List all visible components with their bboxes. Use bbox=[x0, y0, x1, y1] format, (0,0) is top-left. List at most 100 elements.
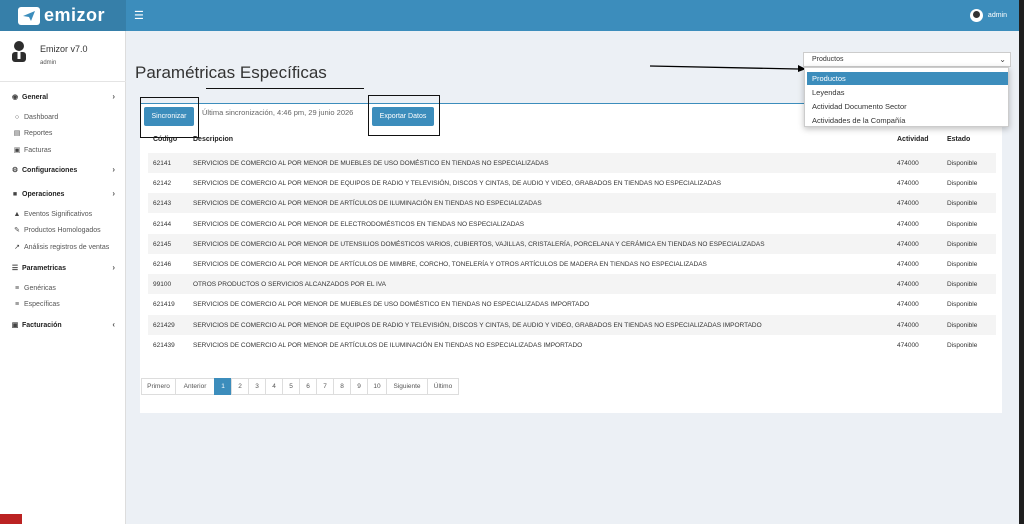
table-row[interactable]: 62146 SERVICIOS DE COMERCIO AL POR MENOR … bbox=[148, 254, 996, 274]
table-row[interactable]: 99100 OTROS PRODUCTOS O SERVICIOS ALCANZA… bbox=[148, 274, 996, 295]
chevron-right-icon: › bbox=[112, 263, 115, 272]
annotation-box bbox=[368, 95, 440, 136]
table-row[interactable]: 62145 SERVICIOS DE COMERCIO AL POR MENOR … bbox=[148, 233, 996, 254]
cell-actividad: 474000 bbox=[897, 281, 919, 289]
cell-codigo: 62146 bbox=[153, 261, 172, 268]
cell-actividad: 474000 bbox=[897, 240, 919, 248]
sidebar-item-eventos[interactable]: ▲ Eventos Significativos bbox=[0, 207, 126, 221]
cell-actividad: 474000 bbox=[897, 301, 919, 309]
line-chart-icon: ↗ bbox=[14, 244, 20, 251]
cell-descripcion: SERVICIOS DE COMERCIO AL POR MENOR DE AR… bbox=[193, 261, 707, 268]
brand-logo[interactable]: emizor bbox=[0, 0, 126, 31]
col-header-descripcion[interactable]: Descripcion bbox=[193, 136, 233, 143]
document-icon: ▣ bbox=[13, 147, 21, 154]
cell-codigo: 62145 bbox=[153, 240, 172, 248]
page-5[interactable]: 5 bbox=[282, 378, 300, 395]
page-8[interactable]: 8 bbox=[333, 378, 351, 395]
page-prev[interactable]: Anterior bbox=[175, 378, 215, 395]
sidebar-group-general[interactable]: ◉ General › bbox=[0, 90, 126, 104]
table-row[interactable]: 62143 SERVICIOS DE COMERCIO AL POR MENOR … bbox=[148, 193, 996, 214]
cell-descripcion: SERVICIOS DE COMERCIO AL POR MENOR DE EL… bbox=[193, 220, 525, 228]
dropdown-option-actividad-documento-sector[interactable]: Actividad Documento Sector bbox=[807, 100, 1008, 113]
sidebar-group-configuraciones[interactable]: ⚙ Configuraciones › bbox=[0, 163, 126, 177]
sidebar-item-productos-homologados[interactable]: ✎ Productos Homologados bbox=[0, 223, 126, 237]
last-sync-text: Última sincronización, 4:46 pm, 29 junio… bbox=[202, 108, 354, 117]
user-role: admin bbox=[40, 60, 57, 66]
page-title: Paramétricas Específicas bbox=[135, 63, 327, 82]
page-next[interactable]: Siguiente bbox=[386, 378, 428, 395]
cell-actividad: 474000 bbox=[897, 200, 919, 208]
table-row[interactable]: 621439 SERVICIOS DE COMERCIO AL POR MENOR… bbox=[148, 335, 996, 355]
cell-actividad: 474000 bbox=[897, 160, 919, 167]
user-avatar-icon bbox=[969, 9, 983, 22]
sidebar-group-parametricas[interactable]: ☰ Parametricas › bbox=[0, 261, 126, 275]
table-row[interactable]: 62141 SERVICIOS DE COMERCIO AL POR MENOR … bbox=[148, 153, 996, 173]
cell-descripcion: SERVICIOS DE COMERCIO AL POR MENOR DE AR… bbox=[193, 341, 583, 349]
sidebar-item-genericas[interactable]: ≡ Genéricas bbox=[0, 281, 126, 295]
page-last[interactable]: Último bbox=[427, 378, 459, 395]
dropdown-option-actividades-compania[interactable]: Actividades de la Compañía bbox=[807, 114, 1008, 127]
user-name: admin bbox=[987, 12, 1007, 19]
cell-descripcion: SERVICIOS DE COMERCIO AL POR MENOR DE AR… bbox=[193, 200, 542, 208]
sidebar-item-dashboard[interactable]: ○ Dashboard bbox=[0, 110, 126, 124]
cell-actividad: 474000 bbox=[897, 180, 919, 188]
cell-estado: Disponible bbox=[947, 240, 978, 248]
page-4[interactable]: 4 bbox=[265, 378, 283, 395]
paper-plane-icon bbox=[18, 6, 40, 25]
annotation-underline bbox=[206, 88, 364, 89]
page-9[interactable]: 9 bbox=[350, 378, 368, 395]
dashboard-icon: ◉ bbox=[11, 94, 19, 101]
circle-icon: ○ bbox=[14, 113, 20, 121]
user-avatar-icon bbox=[12, 41, 26, 62]
table-row[interactable]: 621429 SERVICIOS DE COMERCIO AL POR MENOR… bbox=[148, 314, 996, 335]
sidebar-item-analisis[interactable]: ↗ Análisis registros de ventas bbox=[0, 240, 126, 254]
sidebar-group-operaciones[interactable]: ■ Operaciones › bbox=[0, 187, 126, 201]
cell-codigo: 62141 bbox=[153, 160, 172, 167]
cell-actividad: 474000 bbox=[897, 341, 919, 349]
parametrica-select[interactable]: Productos ⌄ bbox=[803, 52, 1011, 67]
page-1[interactable]: 1 bbox=[214, 378, 232, 395]
user-menu[interactable]: admin bbox=[969, 9, 1007, 22]
parametrica-dropdown-list: Productos Leyendas Actividad Documento S… bbox=[804, 67, 1009, 127]
cell-estado: Disponible bbox=[947, 301, 978, 309]
page-first[interactable]: Primero bbox=[141, 378, 176, 395]
page-2[interactable]: 2 bbox=[231, 378, 249, 395]
page-3[interactable]: 3 bbox=[248, 378, 266, 395]
cell-estado: Disponible bbox=[947, 160, 978, 167]
invoice-icon: ▣ bbox=[11, 322, 19, 329]
chevron-right-icon: › bbox=[112, 165, 115, 174]
cell-estado: Disponible bbox=[947, 220, 978, 228]
edit-icon: ✎ bbox=[14, 227, 20, 234]
window-edge bbox=[1019, 0, 1024, 524]
sidebar-item-facturas[interactable]: ▣ Facturas bbox=[0, 143, 126, 157]
cell-codigo: 621429 bbox=[153, 321, 175, 329]
brand-name: emizor bbox=[44, 5, 106, 25]
sidebar-user-panel: Emizor v7.0 admin bbox=[0, 31, 125, 81]
cell-estado: Disponible bbox=[947, 321, 978, 329]
dropdown-option-leyendas[interactable]: Leyendas bbox=[807, 86, 1008, 99]
table-row[interactable]: 62142 SERVICIOS DE COMERCIO AL POR MENOR … bbox=[148, 173, 996, 193]
cell-codigo: 62142 bbox=[153, 180, 172, 188]
col-header-actividad[interactable]: Actividad bbox=[897, 136, 929, 143]
page-10[interactable]: 10 bbox=[367, 378, 387, 395]
col-header-codigo[interactable]: Código bbox=[153, 136, 177, 143]
sidebar-item-especificas[interactable]: ≡ Específicas bbox=[0, 297, 126, 311]
bar-chart-icon: ▤ bbox=[13, 130, 21, 137]
cell-estado: Disponible bbox=[947, 261, 978, 268]
menu-toggle-icon[interactable]: ☰ bbox=[134, 9, 144, 22]
cell-descripcion: SERVICIOS DE COMERCIO AL POR MENOR DE MU… bbox=[193, 160, 549, 167]
chevron-left-icon: ‹ bbox=[112, 320, 115, 329]
table-row[interactable]: 62144 SERVICIOS DE COMERCIO AL POR MENOR … bbox=[148, 214, 996, 234]
page-7[interactable]: 7 bbox=[316, 378, 334, 395]
cell-actividad: 474000 bbox=[897, 220, 919, 228]
cell-actividad: 474000 bbox=[897, 261, 919, 268]
dropdown-option-productos[interactable]: Productos bbox=[807, 72, 1008, 85]
col-header-estado[interactable]: Estado bbox=[947, 136, 970, 143]
sidebar-item-reportes[interactable]: ▤ Reportes bbox=[0, 126, 126, 140]
page-6[interactable]: 6 bbox=[299, 378, 317, 395]
list-icon: ☰ bbox=[11, 265, 19, 272]
table-row[interactable]: 621419 SERVICIOS DE COMERCIO AL POR MENOR… bbox=[148, 294, 996, 314]
sidebar-group-facturacion[interactable]: ▣ Facturación ‹ bbox=[0, 318, 126, 332]
cell-codigo: 99100 bbox=[153, 281, 172, 289]
cell-codigo: 62144 bbox=[153, 220, 172, 228]
